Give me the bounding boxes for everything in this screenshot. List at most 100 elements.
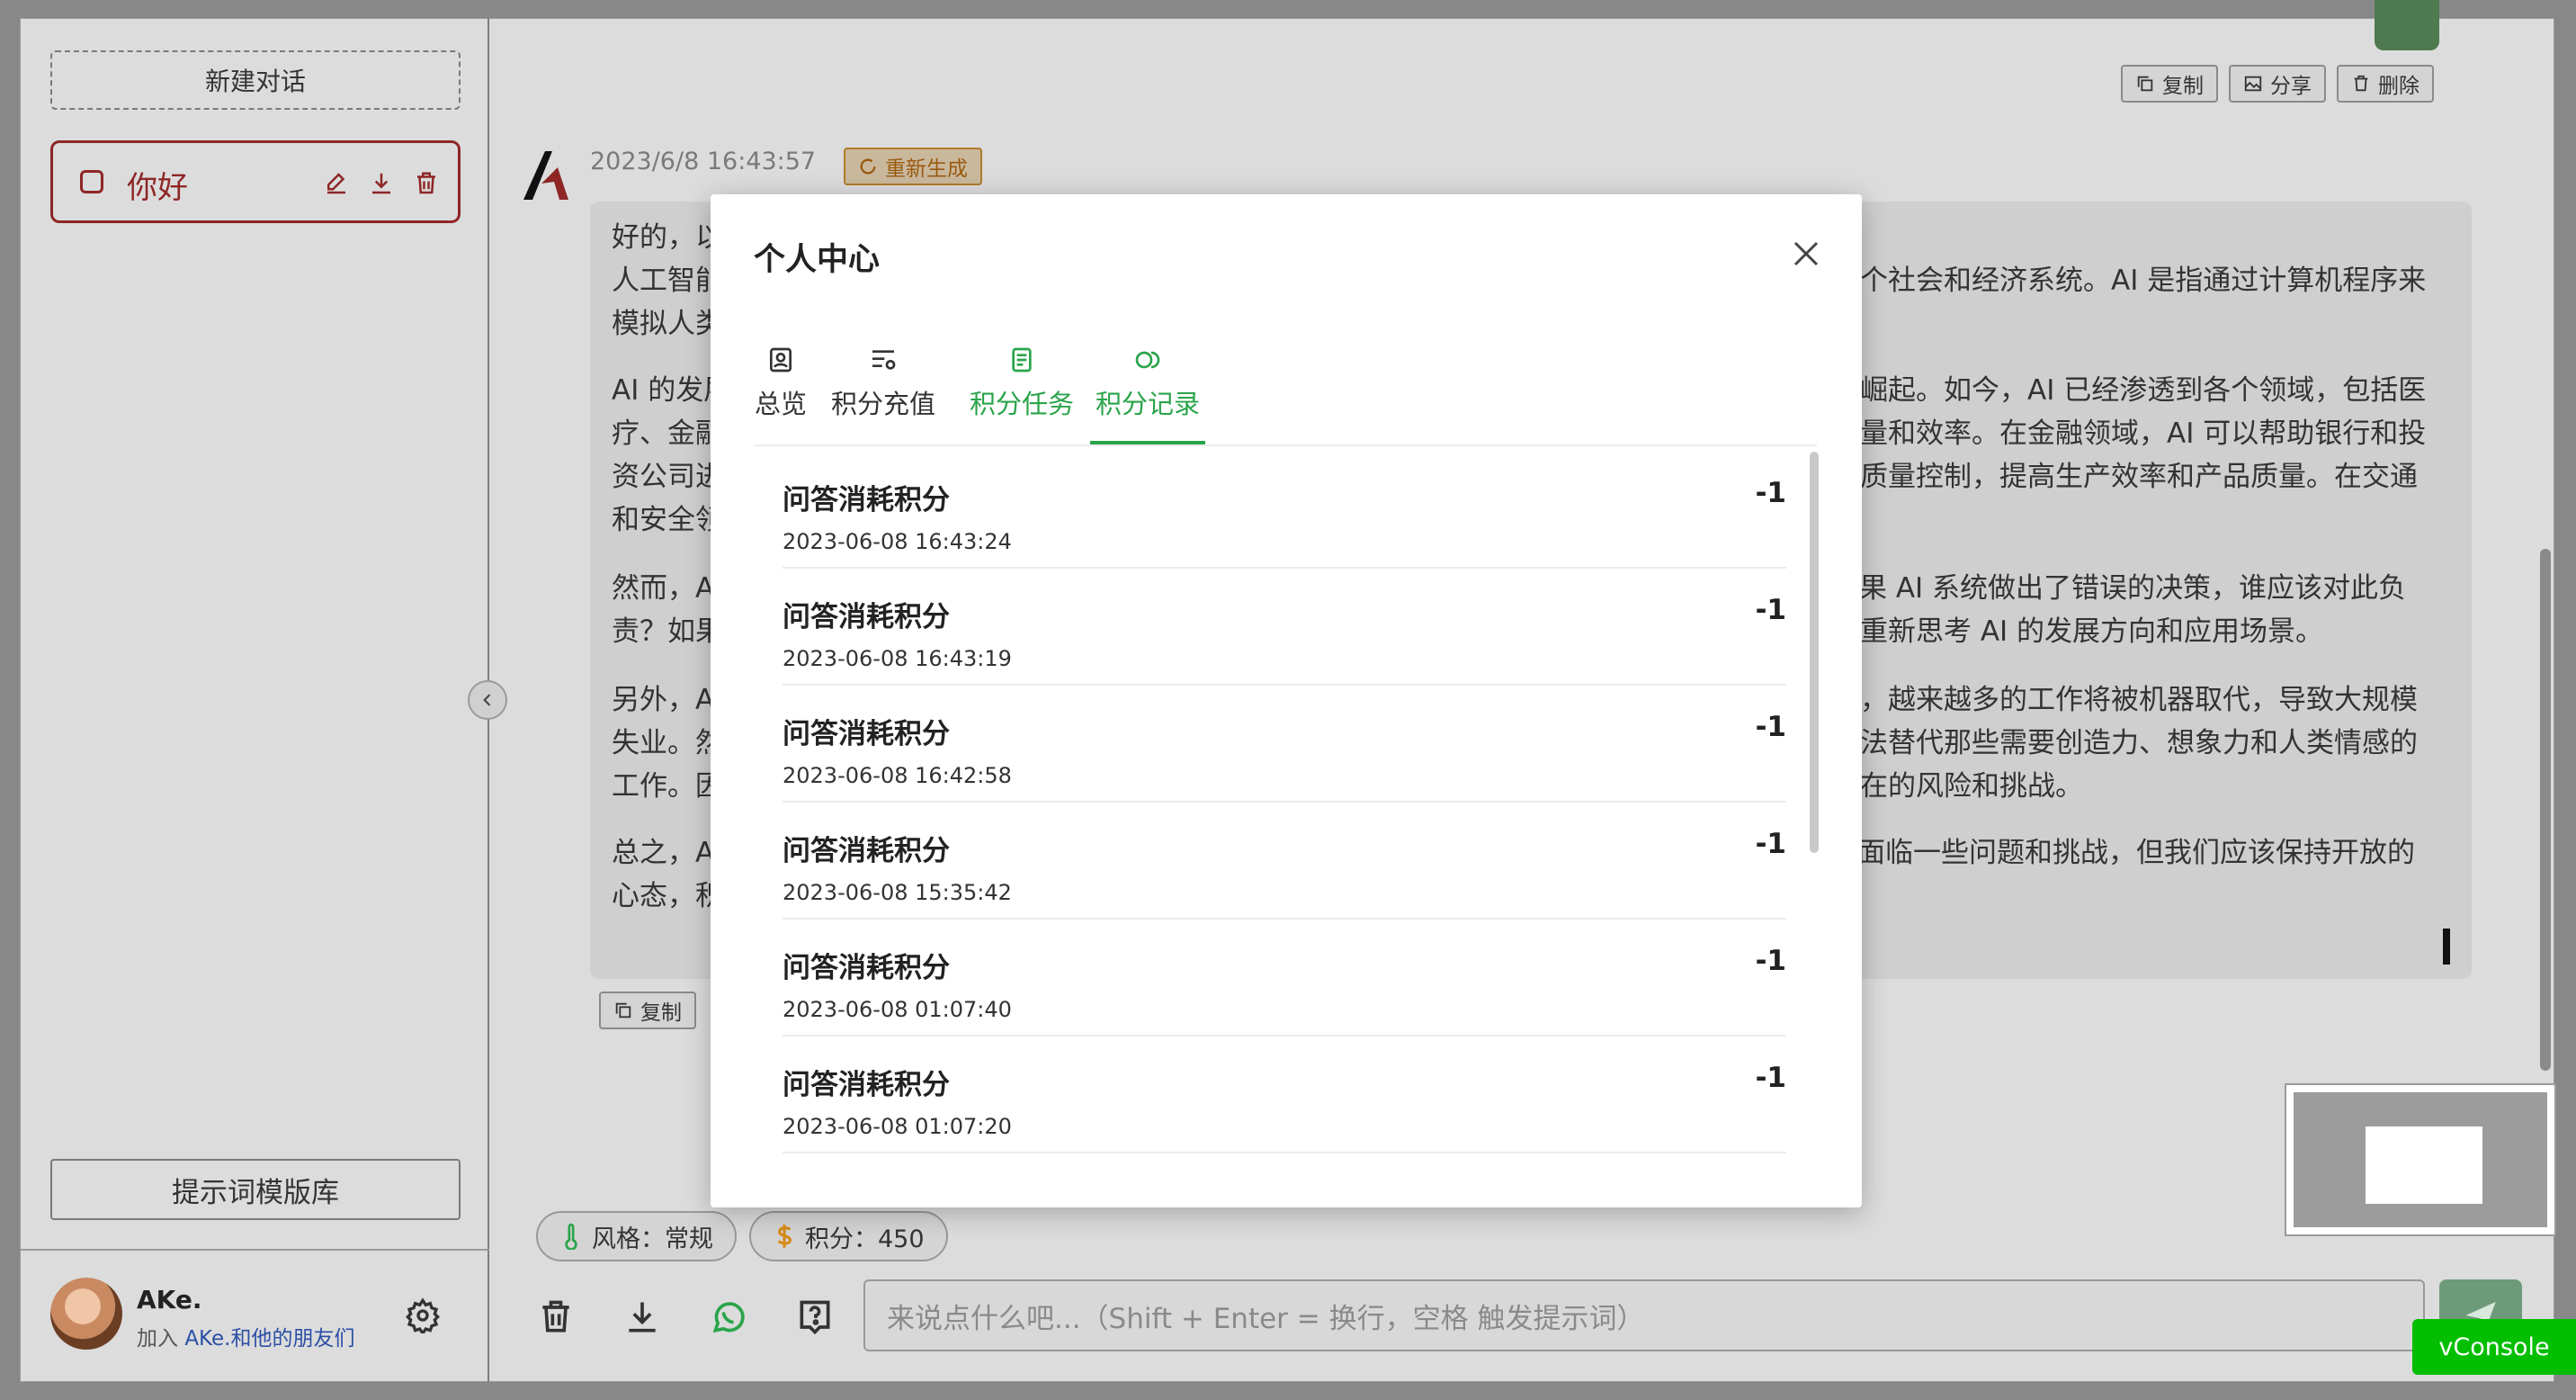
- tab-label: 积分任务: [969, 389, 1074, 419]
- message-line: 量和效率。在金融领域，AI 可以帮助银行和投: [1860, 417, 2427, 450]
- points-chip[interactable]: 积分：450: [749, 1211, 948, 1261]
- personal-center-modal: 个人中心 总览 积分充值 积分任务 积分记录 问答消耗积分 2023-06-08…: [711, 194, 1862, 1207]
- tab-tasks[interactable]: 积分任务: [966, 329, 1078, 444]
- record-row: 问答消耗积分 2023-06-08 15:35:42 -1: [783, 803, 1786, 920]
- preview-thumbnail[interactable]: [2285, 1083, 2556, 1236]
- record-points: -1: [1755, 594, 1786, 626]
- tab-label: 积分充值: [831, 389, 936, 419]
- dollar-icon: [777, 1225, 792, 1248]
- edit-icon[interactable]: [323, 170, 350, 197]
- message-line: 另外，A: [612, 684, 715, 716]
- record-row: 问答消耗积分 2023-06-08 01:07:20 -1: [783, 1037, 1786, 1153]
- vconsole-button[interactable]: vConsole: [2412, 1319, 2576, 1375]
- record-title: 问答消耗积分: [783, 952, 950, 984]
- typing-cursor: [2443, 929, 2450, 965]
- record-row: 问答消耗积分 2023-06-08 16:43:24 -1: [783, 452, 1786, 569]
- regenerate-label: 重新生成: [885, 157, 968, 181]
- message-timestamp: 2023/6/8 16:43:57: [590, 148, 817, 175]
- record-date: 2023-06-08 01:07:20: [783, 1114, 1012, 1139]
- record-points: -1: [1755, 1062, 1786, 1094]
- gear-icon[interactable]: [405, 1297, 441, 1333]
- chevron-left-icon: [483, 694, 491, 706]
- record-row: 问答消耗积分 2023-06-08 16:43:19 -1: [783, 569, 1786, 686]
- message-line: 资公司进: [612, 461, 723, 493]
- join-link[interactable]: AKe.和他的朋友们: [184, 1327, 354, 1351]
- join-text: 加入 AKe.和他的朋友们: [137, 1321, 354, 1351]
- delete-button[interactable]: 删除: [2337, 65, 2434, 103]
- download-icon[interactable]: [368, 170, 395, 197]
- record-date: 2023-06-08 16:42:58: [783, 763, 1012, 788]
- prompt-library-button[interactable]: 提示词模版库: [50, 1159, 461, 1220]
- message-line: 崛起。如今，AI 已经渗透到各个领域，包括医: [1860, 374, 2427, 407]
- user-name: AKe.: [137, 1285, 202, 1315]
- delete-label: 删除: [2378, 75, 2419, 98]
- message-line: 如果 AI 系统做出了错误的决策，谁应该对此负: [1831, 572, 2407, 605]
- tab-label: 积分记录: [1095, 389, 1200, 419]
- copy-label: 复制: [2162, 75, 2204, 98]
- message-line: ，越来越多的工作将被机器取代，导致大规模: [1860, 684, 2418, 716]
- user-message-avatar: [2375, 0, 2439, 50]
- message-line: 失业。然: [612, 727, 723, 759]
- download-icon[interactable]: [622, 1297, 662, 1337]
- message-line: 个社会和经济系统。AI 是指通过计算机程序来: [1860, 265, 2427, 297]
- thermometer-icon: [565, 1223, 577, 1250]
- modal-tabs: 总览 积分充值 积分任务 积分记录: [754, 329, 1817, 446]
- tab-recharge[interactable]: 积分充值: [831, 329, 935, 444]
- record-date: 2023-06-08 16:43:19: [783, 646, 1012, 671]
- chat-item-nihao[interactable]: 你好: [50, 140, 461, 223]
- record-points: -1: [1755, 711, 1786, 743]
- copy-button[interactable]: 复制: [2121, 65, 2218, 103]
- style-chip[interactable]: 风格：常规: [536, 1211, 737, 1261]
- join-prefix: 加入: [137, 1327, 185, 1351]
- style-label: 风格：常规: [592, 1225, 713, 1253]
- image-icon: [2244, 76, 2262, 92]
- help-icon[interactable]: [795, 1297, 835, 1337]
- message-line: 和安全领: [612, 504, 723, 536]
- chat-input[interactable]: 来说点什么吧...（Shift + Enter = 换行，空格 触发提示词）: [863, 1279, 2425, 1351]
- record-title: 问答消耗积分: [783, 1069, 950, 1101]
- trash-icon[interactable]: [536, 1297, 576, 1337]
- ai-logo-icon: [523, 151, 568, 200]
- record-title: 问答消耗积分: [783, 484, 950, 516]
- message-line: 重新思考 AI 的发展方向和应用场景。: [1860, 615, 2324, 648]
- message-line: 模拟人类: [612, 308, 723, 340]
- status-chips: 风格：常规 积分：450: [536, 1211, 948, 1261]
- chat-item-title: 你好: [127, 170, 188, 206]
- close-icon[interactable]: [1790, 238, 1822, 270]
- record-title: 问答消耗积分: [783, 601, 950, 633]
- profile-card-icon: [770, 347, 792, 372]
- whatsapp-icon[interactable]: [709, 1297, 748, 1337]
- record-date: 2023-06-08 16:43:24: [783, 529, 1012, 554]
- message-line: 在的风险和挑战。: [1860, 770, 2083, 803]
- message-copy-button[interactable]: 复制: [599, 992, 696, 1029]
- new-chat-button[interactable]: 新建对话: [50, 50, 461, 110]
- record-title: 问答消耗积分: [783, 718, 950, 750]
- message-line: 法替代那些需要创造力、想象力和人类情感的: [1860, 727, 2418, 759]
- record-points: -1: [1755, 477, 1786, 509]
- collapse-sidebar-button[interactable]: [468, 680, 507, 720]
- share-button[interactable]: 分享: [2229, 65, 2326, 103]
- user-message-actions: 复制 分享 删除: [2121, 65, 2434, 103]
- coins-icon: [1135, 351, 1160, 369]
- copy-label: 复制: [640, 1001, 682, 1025]
- chat-input-placeholder: 来说点什么吧...（Shift + Enter = 换行，空格 触发提示词）: [887, 1302, 1645, 1335]
- avatar[interactable]: [50, 1278, 122, 1350]
- records-scrollbar[interactable]: [1810, 452, 1819, 853]
- tab-records[interactable]: 积分记录: [1090, 329, 1205, 444]
- message-line: 总之，A: [612, 837, 715, 869]
- record-date: 2023-06-08 01:07:40: [783, 997, 1012, 1022]
- copy-icon: [615, 1002, 631, 1019]
- copy-icon: [2137, 76, 2153, 92]
- main-scrollbar[interactable]: [2540, 549, 2551, 1071]
- trash-icon[interactable]: [413, 170, 440, 197]
- message-line: 要面临一些问题和挑战，但我们应该保持开放的: [1829, 837, 2415, 869]
- message-line: 人工智能: [612, 265, 723, 297]
- record-row: 问答消耗积分 2023-06-08 01:07:40 -1: [783, 920, 1786, 1037]
- record-title: 问答消耗积分: [783, 835, 950, 867]
- points-label: 积分：450: [805, 1225, 925, 1253]
- refresh-icon: [860, 158, 876, 175]
- tab-overview[interactable]: 总览: [754, 329, 808, 444]
- trash-icon: [2354, 75, 2368, 92]
- message-line: 心态，积: [612, 880, 723, 912]
- regenerate-button[interactable]: 重新生成: [844, 148, 982, 185]
